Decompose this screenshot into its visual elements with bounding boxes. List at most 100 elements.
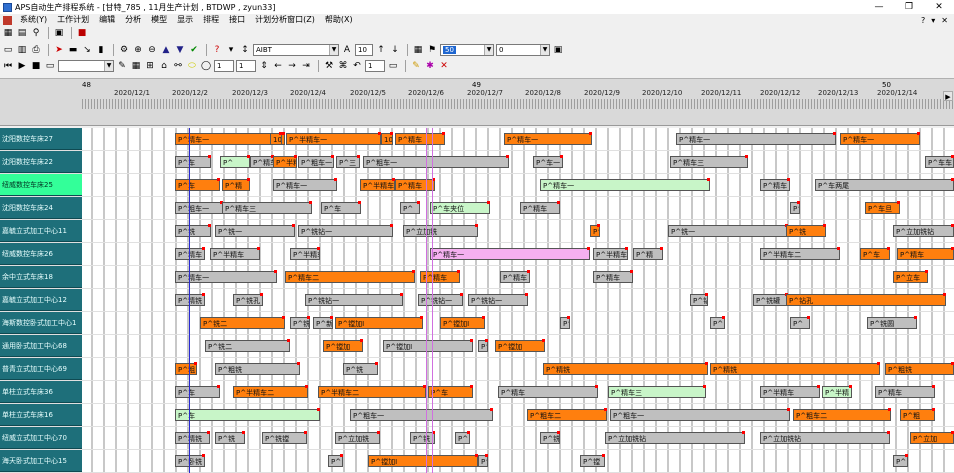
task-bar[interactable]: P^车旦: [865, 202, 900, 214]
stepper-icon[interactable]: ⇕: [258, 60, 270, 72]
trash-icon[interactable]: ▮: [95, 44, 107, 56]
task-bar[interactable]: P^铣孔: [233, 294, 263, 306]
task-bar[interactable]: P^精车三: [608, 386, 706, 398]
first-icon[interactable]: ⏮: [2, 60, 14, 72]
task-bar[interactable]: P^精车三: [670, 156, 748, 168]
menu-help[interactable]: 帮助(X): [320, 14, 358, 26]
task-bar[interactable]: P^精车: [395, 179, 435, 191]
task-bar[interactable]: P^铣钻一: [468, 294, 528, 306]
resource-label[interactable]: 海天卧式加工中心15: [0, 450, 82, 472]
task-bar[interactable]: P^粗车一: [298, 156, 334, 168]
task-bar[interactable]: P^铣圆: [867, 317, 917, 329]
task-bar[interactable]: P^铣镗: [262, 432, 307, 444]
gantt-view-icon[interactable]: ▤: [16, 27, 28, 39]
task-bar[interactable]: P^精: [633, 248, 663, 260]
dropdown-icon[interactable]: ▾: [225, 44, 237, 56]
task-bar[interactable]: P^半精车二: [233, 386, 308, 398]
menu-schedule[interactable]: 排程: [198, 14, 224, 26]
resource-label[interactable]: 单柱立式车床36: [0, 381, 82, 403]
task-bar[interactable]: P^铣一: [668, 225, 788, 237]
task-bar[interactable]: P^铣: [786, 225, 826, 237]
task-bar[interactable]: P^立加铣钻: [760, 432, 890, 444]
resource-label[interactable]: 纽威数控车床26: [0, 243, 82, 265]
task-bar[interactable]: P^车一: [533, 156, 563, 168]
resource-label[interactable]: 单柱立式车床16: [0, 404, 82, 426]
task-bar[interactable]: P^镗加I: [383, 340, 473, 352]
task-bar[interactable]: P^铣钻一: [305, 294, 403, 306]
mdi-close-control[interactable]: ✕: [941, 16, 948, 25]
task-bar[interactable]: P^精车: [897, 248, 954, 260]
document-small-icon[interactable]: ▭: [387, 60, 399, 72]
task-bar[interactable]: P^粗车一: [350, 409, 493, 421]
task-bar[interactable]: P^粗车一: [175, 202, 223, 214]
dropdown-control[interactable]: ▾: [931, 16, 935, 25]
clear-icon[interactable]: ✕: [438, 60, 450, 72]
task-bar[interactable]: P^半精车二: [318, 386, 426, 398]
ellipse-icon[interactable]: ⬭: [186, 60, 198, 72]
bar-tool-icon[interactable]: ▬: [67, 44, 79, 56]
task-bar[interactable]: P^精车一: [175, 271, 277, 283]
arrow-down-small-icon[interactable]: ↓: [389, 44, 401, 56]
sort-icon[interactable]: ↕: [239, 44, 251, 56]
resource-label[interactable]: 沈阳数控车床27: [0, 128, 82, 150]
task-bar[interactable]: P^半精车: [593, 248, 628, 260]
timeline-scroll-right[interactable]: ▶: [943, 91, 953, 101]
task-bar[interactable]: P^粗车二: [527, 409, 607, 421]
grid-small-icon[interactable]: ▦: [130, 60, 142, 72]
task-bar[interactable]: P^: [220, 156, 250, 168]
edit-icon[interactable]: ✎: [116, 60, 128, 72]
menu-display[interactable]: 显示: [172, 14, 198, 26]
task-bar[interactable]: P^精车三: [222, 202, 312, 214]
task-bar[interactable]: P^镗加: [495, 340, 545, 352]
wand-icon[interactable]: ⚒: [323, 60, 335, 72]
color-combo-right[interactable]: 0 ▼: [496, 44, 550, 56]
resource-label[interactable]: 普青立式加工中心69: [0, 358, 82, 380]
spin-b[interactable]: 1: [236, 60, 256, 72]
task-bar[interactable]: P^镗加I: [335, 317, 423, 329]
task-bar[interactable]: P^立加铣: [403, 225, 478, 237]
task-bar[interactable]: P^精车一: [504, 133, 592, 145]
task-bar[interactable]: P^车: [175, 179, 220, 191]
maximize-button[interactable]: ❐: [894, 0, 924, 14]
task-bar[interactable]: P^立加铣钻: [605, 432, 745, 444]
task-bar[interactable]: P^立加铣钻: [893, 225, 954, 237]
resource-label[interactable]: 余中立式车床18: [0, 266, 82, 288]
menu-plan-analysis-window[interactable]: 计划分析窗口(Z): [250, 14, 320, 26]
menu-interface[interactable]: 接口: [224, 14, 250, 26]
spin-a[interactable]: 1: [214, 60, 234, 72]
task-bar[interactable]: P^半精车二: [760, 248, 840, 260]
box-icon[interactable]: ▭: [44, 60, 56, 72]
end-icon[interactable]: ⇥: [300, 60, 312, 72]
reshape-icon[interactable]: ⌘: [337, 60, 349, 72]
task-bar[interactable]: P^钻孔: [786, 294, 946, 306]
font-combo[interactable]: AIBT ▼: [253, 44, 339, 56]
task-bar[interactable]: P^粗车一: [610, 409, 790, 421]
resource-label[interactable]: 通用卧式加工中心68: [0, 335, 82, 357]
task-bar[interactable]: P^精车一: [430, 248, 590, 260]
task-bar[interactable]: P^精铣: [710, 363, 880, 375]
pointer-icon[interactable]: ➤: [53, 44, 65, 56]
resource-label[interactable]: 纽威立式加工中心70: [0, 427, 82, 449]
document-icon[interactable]: ▭: [2, 44, 14, 56]
left-arrow-icon[interactable]: ←: [272, 60, 284, 72]
task-bar[interactable]: P^粗铣: [215, 363, 300, 375]
menu-system[interactable]: 系统(Y): [15, 14, 52, 26]
check-icon[interactable]: ✔: [188, 44, 200, 56]
spin-c[interactable]: 1: [365, 60, 385, 72]
task-bar[interactable]: P^车两尾: [815, 179, 954, 191]
task-bar[interactable]: P^精车: [760, 179, 790, 191]
task-bar[interactable]: P^精车: [875, 386, 935, 398]
task-bar[interactable]: P^车: [175, 156, 211, 168]
task-bar[interactable]: P^精车一: [676, 133, 836, 145]
monitor-icon[interactable]: ▣: [552, 44, 564, 56]
task-bar[interactable]: P^立车: [893, 271, 928, 283]
arrow-up-icon[interactable]: ▲: [160, 44, 172, 56]
right-arrow-icon[interactable]: →: [286, 60, 298, 72]
task-bar[interactable]: P^粗铣: [885, 363, 954, 375]
task-bar[interactable]: P^精车一: [540, 179, 710, 191]
play-icon[interactable]: ▶: [16, 60, 28, 72]
resource-label[interactable]: 沈阳数控车床22: [0, 151, 82, 173]
zoom-out-icon[interactable]: ⊖: [146, 44, 158, 56]
task-bar[interactable]: P^铣二: [200, 317, 285, 329]
task-bar[interactable]: P^精车一: [273, 179, 337, 191]
